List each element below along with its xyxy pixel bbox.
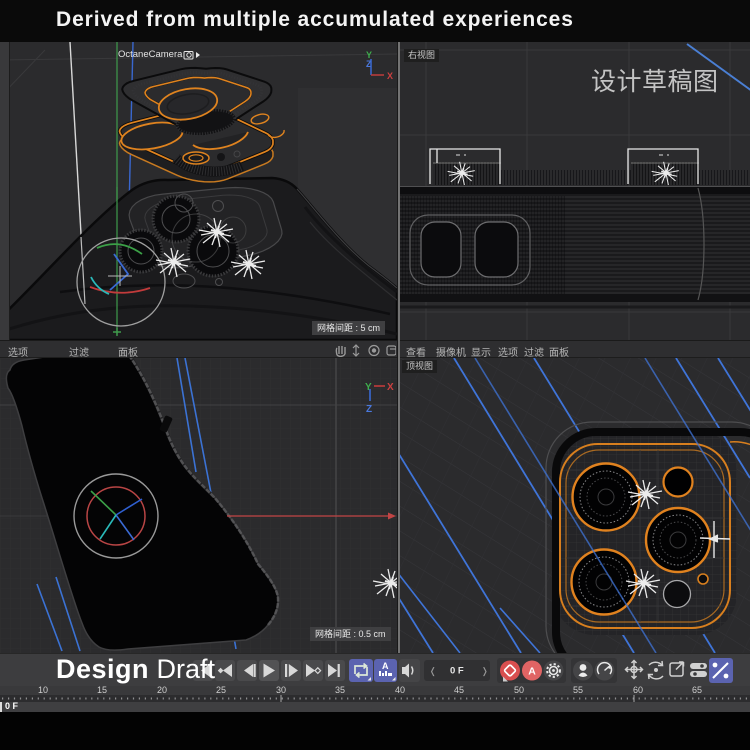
svg-text:A: A [382, 661, 389, 671]
svg-text:X: X [387, 382, 394, 393]
svg-text:❬: ❬ [429, 666, 437, 677]
svg-text:Z: Z [366, 404, 372, 415]
svg-text:0 F: 0 F [450, 666, 464, 677]
svg-text:A: A [528, 666, 536, 678]
svg-text:X: X [387, 71, 393, 81]
svg-text:设计草稿图: 设计草稿图 [591, 68, 719, 96]
svg-text:Y: Y [365, 382, 372, 393]
svg-text:❭: ❭ [481, 666, 489, 677]
